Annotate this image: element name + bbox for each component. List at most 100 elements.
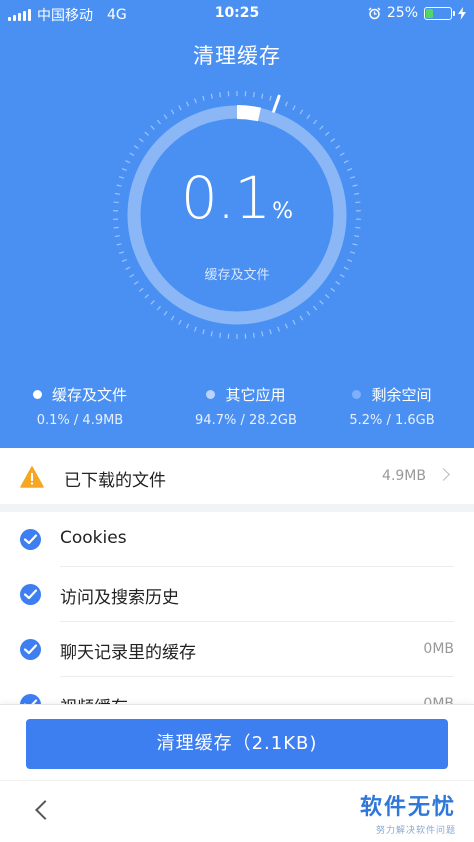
gauge-tick — [292, 105, 296, 111]
gauge-tick — [219, 332, 222, 338]
legend-value: 0.1% / 4.9MB — [36, 413, 124, 428]
gauge-tick — [210, 93, 213, 99]
gauge-tick — [352, 243, 358, 246]
gauge-tick — [335, 145, 341, 149]
alarm-icon — [368, 7, 381, 19]
gauge-tick — [299, 315, 304, 321]
gauge-tick — [354, 235, 360, 238]
action-bar: 清理缓存（2.1KB) — [0, 704, 474, 780]
gauge-tick — [178, 319, 182, 325]
gauge-tick — [178, 105, 182, 111]
watermark-logo: 软件无忧 努力解决软件问题 — [360, 789, 456, 836]
gauge-tick — [186, 323, 190, 329]
gauge-tick — [150, 125, 155, 130]
gauge-tick — [138, 287, 144, 292]
gauge-label: 缓存及文件 — [204, 268, 270, 283]
legend-dot — [352, 390, 362, 399]
gauge-tick — [116, 243, 122, 246]
item-label: 视频缓存 — [60, 693, 128, 704]
gauge-tick — [194, 98, 197, 104]
downloaded-files-label: 已下载的文件 — [64, 471, 166, 491]
gauge-tick — [156, 119, 161, 125]
watermark-subtitle: 努力解决软件问题 — [375, 826, 456, 836]
page-title: 清理缓存 — [193, 44, 281, 68]
legend-value: 5.2% / 1.6GB — [349, 413, 435, 428]
legend-other-apps: 其它应用 94.7% / 28.2GB — [176, 384, 316, 428]
status-right: 25% — [368, 5, 466, 21]
gauge-tick — [339, 152, 345, 157]
gauge-tick — [114, 235, 120, 238]
gauge-tick — [319, 300, 324, 305]
list-item[interactable]: Cookies — [0, 512, 474, 567]
back-arrow-icon[interactable] — [35, 800, 55, 820]
gauge-tick — [219, 92, 222, 98]
gauge-tick — [144, 131, 149, 136]
gauge-tick — [138, 138, 144, 143]
item-size: 0MB — [423, 696, 454, 704]
watermark-title: 软件无忧 — [359, 795, 456, 820]
gauge-value: 0.1% — [108, 164, 366, 232]
list-item[interactable]: 视频缓存 0MB — [0, 677, 474, 704]
gauge-tick — [325, 131, 330, 136]
item-label: Cookies — [60, 528, 127, 548]
gauge-unit: % — [272, 199, 294, 224]
storage-gauge: 0.1% 缓存及文件 — [108, 86, 366, 344]
gauge-tick — [129, 152, 135, 157]
gauge-tick — [156, 305, 161, 311]
legend-dot — [32, 390, 42, 399]
legend-free-space: 剩余空间 5.2% / 1.6GB — [332, 384, 452, 428]
checkbox-checked-icon[interactable] — [20, 639, 41, 660]
gauge-tick — [330, 287, 336, 292]
clean-cache-button[interactable]: 清理缓存（2.1KB) — [26, 719, 448, 769]
gauge-tick — [133, 145, 139, 149]
chevron-right-icon — [437, 468, 450, 481]
gauge-tick — [299, 109, 304, 115]
gauge-progress — [236, 105, 261, 122]
battery-percent: 25% — [386, 5, 418, 21]
gauge-tick — [170, 315, 175, 321]
gauge-tick — [150, 300, 155, 305]
list-item[interactable]: 聊天记录里的缓存 0MB — [0, 622, 474, 677]
cache-item-list: Cookies 访问及搜索历史 聊天记录里的缓存 0MB 视频缓存 0MB — [0, 512, 474, 704]
checkbox-checked-icon[interactable] — [20, 529, 41, 550]
gauge-tick — [319, 125, 324, 130]
gauge-tick — [343, 160, 349, 164]
gauge-tick — [121, 259, 127, 263]
gauge-tick — [170, 109, 175, 115]
legend-label: 缓存及文件 — [51, 386, 127, 404]
gauge-tick — [261, 93, 264, 99]
gauge-tick — [284, 323, 288, 329]
header-panel: 清理缓存 0.1% 缓存及文件 缓存及文件 0.1% / 4.9MB 其它应用 … — [0, 28, 474, 448]
list-item[interactable]: 访问及搜索历史 — [0, 567, 474, 622]
gauge-tick — [144, 294, 149, 299]
gauge-tick — [269, 95, 272, 101]
legend-dot — [206, 390, 216, 399]
item-label: 聊天记录里的缓存 — [60, 643, 196, 663]
downloaded-files-row[interactable]: 已下载的文件 4.9MB — [0, 452, 474, 504]
warning-icon — [20, 466, 44, 488]
gauge-tick — [292, 319, 296, 325]
gauge-tick — [252, 92, 255, 98]
gauge-tick — [284, 101, 288, 107]
gauge-tick — [163, 114, 168, 120]
gauge-tick — [349, 251, 356, 254]
item-label: 访问及搜索历史 — [60, 588, 179, 608]
gauge-tick — [252, 332, 255, 338]
gauge-tick — [125, 160, 131, 164]
downloaded-files-size: 4.9MB — [382, 468, 426, 484]
gauge-tick — [306, 114, 311, 120]
status-bar: 中国移动 4G 10:25 25% — [0, 0, 474, 28]
legend-cache: 缓存及文件 0.1% / 4.9MB — [20, 384, 140, 428]
gauge-tick — [306, 310, 311, 316]
checkbox-checked-icon[interactable] — [20, 584, 41, 605]
gauge-tick — [330, 138, 336, 143]
checkbox-checked-icon[interactable] — [20, 694, 41, 704]
gauge-tick — [186, 101, 190, 107]
gauge-tick — [163, 310, 168, 316]
battery-icon — [424, 6, 455, 20]
charging-icon — [458, 6, 466, 20]
legend-value: 94.7% / 28.2GB — [195, 413, 297, 428]
gauge-tick — [202, 329, 205, 335]
section-divider — [0, 504, 474, 512]
storage-legend: 缓存及文件 0.1% / 4.9MB 其它应用 94.7% / 28.2GB 剩… — [0, 384, 474, 444]
